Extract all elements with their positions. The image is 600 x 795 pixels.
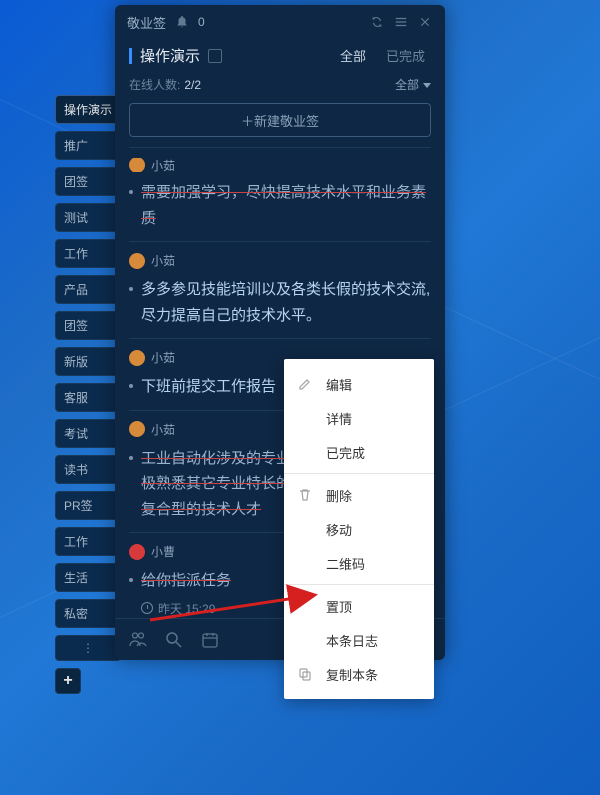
copy-icon — [298, 667, 312, 681]
author-name: 小茹 — [151, 252, 175, 269]
tab-all[interactable]: 全部 — [334, 46, 372, 65]
tag-item[interactable]: 客服 — [55, 383, 121, 412]
category-tags: 操作演示 推广 团签 测试 工作 产品 团签 新版 客服 考试 读书 PR签 工… — [55, 95, 121, 694]
menu-done[interactable]: 已完成 — [284, 435, 434, 469]
author-name: 小茹 — [151, 349, 175, 366]
avatar — [129, 350, 145, 366]
sync-icon[interactable] — [369, 14, 385, 30]
subheader: 在线人数: 2/2 全部 — [115, 72, 445, 101]
menu-qrcode[interactable]: 二维码 — [284, 546, 434, 580]
bell-icon[interactable] — [174, 14, 190, 30]
tag-item[interactable]: 团签 — [55, 311, 121, 340]
chevron-down-icon — [423, 83, 431, 88]
context-menu: 编辑 详情 已完成 删除 移动 二维码 置顶 本条日志 复制本条 — [284, 359, 434, 699]
menu-pin[interactable]: 置顶 — [284, 589, 434, 623]
title-bar: 敬业签 0 — [115, 5, 445, 39]
author-name: 小茹 — [151, 158, 175, 172]
edit-icon — [298, 377, 312, 391]
tag-item[interactable]: 产品 — [55, 275, 121, 304]
avatar — [129, 544, 145, 560]
menu-icon[interactable] — [393, 14, 409, 30]
online-count: 2/2 — [184, 78, 201, 92]
menu-separator — [284, 473, 434, 474]
menu-edit[interactable]: 编辑 — [284, 367, 434, 401]
tag-item[interactable]: 操作演示 — [55, 95, 121, 124]
tab-done[interactable]: 已完成 — [380, 46, 431, 65]
note-icon[interactable] — [208, 49, 222, 63]
note-text: 多多参见技能培训以及各类长假的技术交流, 尽力提高自己的技术水平。 — [129, 277, 431, 328]
avatar — [129, 158, 145, 172]
app-title: 敬业签 — [127, 13, 166, 32]
online-label: 在线人数: — [129, 76, 180, 93]
search-icon[interactable] — [165, 631, 183, 649]
calendar-icon[interactable] — [201, 631, 219, 649]
menu-separator — [284, 584, 434, 585]
tag-item[interactable]: 新版 — [55, 347, 121, 376]
tag-more[interactable]: ⋮ — [55, 635, 121, 661]
trash-icon — [298, 488, 312, 502]
author-name: 小茹 — [151, 421, 175, 438]
contacts-icon[interactable] — [129, 631, 147, 649]
menu-move[interactable]: 移动 — [284, 512, 434, 546]
tag-item[interactable]: 考试 — [55, 419, 121, 448]
filter-dropdown[interactable]: 全部 — [395, 76, 431, 93]
author-name: 小曹 — [151, 543, 175, 560]
tag-item[interactable]: 读书 — [55, 455, 121, 484]
tag-item[interactable]: 团签 — [55, 167, 121, 196]
tag-item[interactable]: 生活 — [55, 563, 121, 592]
new-note-button[interactable]: ＋新建敬业签 — [129, 103, 431, 137]
accent-bar — [129, 48, 132, 64]
header: 操作演示 全部 已完成 — [115, 39, 445, 72]
note-item[interactable]: 小茹 多多参见技能培训以及各类长假的技术交流, 尽力提高自己的技术水平。 — [129, 242, 431, 339]
tag-item[interactable]: PR签 — [55, 491, 121, 520]
note-text: 需要加强学习，尽快提高技术水平和业务素质 — [129, 180, 431, 231]
tag-item[interactable]: 测试 — [55, 203, 121, 232]
menu-delete[interactable]: 删除 — [284, 478, 434, 512]
tag-item[interactable]: 私密 — [55, 599, 121, 628]
menu-log[interactable]: 本条日志 — [284, 623, 434, 657]
menu-copy[interactable]: 复制本条 — [284, 657, 434, 691]
tag-item[interactable]: 推广 — [55, 131, 121, 160]
avatar — [129, 421, 145, 437]
note-item[interactable]: 小茹 需要加强学习，尽快提高技术水平和业务素质 — [129, 147, 431, 242]
bell-count: 0 — [198, 15, 205, 29]
menu-detail[interactable]: 详情 — [284, 401, 434, 435]
tag-item[interactable]: 工作 — [55, 239, 121, 268]
page-title: 操作演示 — [140, 45, 200, 66]
clock-icon — [141, 602, 153, 614]
tag-item[interactable]: 工作 — [55, 527, 121, 556]
close-icon[interactable] — [417, 14, 433, 30]
tag-add[interactable]: + — [55, 668, 81, 694]
avatar — [129, 253, 145, 269]
